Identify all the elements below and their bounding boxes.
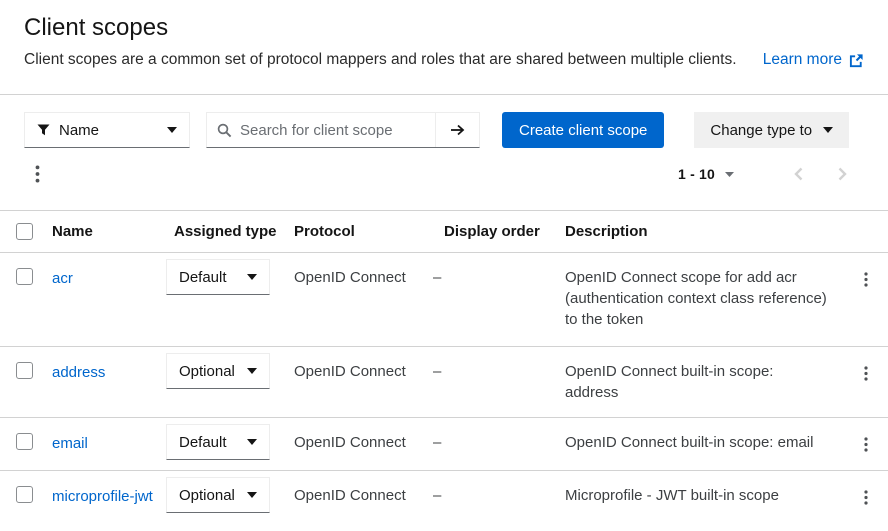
search-submit-button[interactable] xyxy=(435,113,479,147)
description-value: OpenID Connect built-in scope: email xyxy=(565,418,844,467)
learn-more-label: Learn more xyxy=(763,51,842,69)
assigned-type-value: Optional xyxy=(179,487,235,504)
description-value: OpenID Connect built-in scope: address xyxy=(565,347,844,417)
chevron-left-icon xyxy=(794,167,803,181)
assigned-type-select[interactable]: Optional xyxy=(166,477,270,513)
table-row: microprofile-jwt Optional OpenID Connect… xyxy=(0,471,888,531)
column-header-assigned-type: Assigned type xyxy=(166,223,294,240)
assigned-type-value: Optional xyxy=(179,363,235,380)
client-scopes-table: Name Assigned type Protocol Display orde… xyxy=(0,210,888,531)
protocol-value: OpenID Connect xyxy=(294,253,433,286)
table-header-row: Name Assigned type Protocol Display orde… xyxy=(0,211,888,253)
arrow-right-icon xyxy=(450,123,465,137)
page-header: Client scopes Client scopes are a common… xyxy=(0,0,888,69)
search-box xyxy=(207,113,435,147)
kebab-icon xyxy=(864,272,868,287)
caret-down-icon xyxy=(167,127,177,133)
assigned-type-select[interactable]: Default xyxy=(166,424,270,460)
header-divider xyxy=(0,94,888,95)
kebab-icon xyxy=(35,165,40,183)
caret-down-icon xyxy=(247,274,257,280)
row-kebab-menu-button[interactable] xyxy=(853,355,879,391)
learn-more-link[interactable]: Learn more xyxy=(763,51,864,69)
caret-down-icon xyxy=(247,368,257,374)
row-checkbox[interactable] xyxy=(16,433,33,450)
change-type-dropdown[interactable]: Change type to xyxy=(694,112,849,148)
protocol-value: OpenID Connect xyxy=(294,347,433,380)
chevron-right-icon xyxy=(838,167,847,181)
assigned-type-select[interactable]: Optional xyxy=(166,353,270,389)
table-row: address Optional OpenID Connect – OpenID… xyxy=(0,347,888,418)
assigned-type-value: Default xyxy=(179,269,227,286)
column-header-protocol: Protocol xyxy=(294,223,433,240)
column-header-description: Description xyxy=(565,223,844,240)
table-kebab-menu-button[interactable] xyxy=(24,156,50,192)
kebab-icon xyxy=(864,490,868,505)
display-order-value: – xyxy=(433,253,565,286)
row-kebab-menu-button[interactable] xyxy=(853,479,879,515)
pagination: 1 - 10 xyxy=(670,156,864,192)
sub-toolbar: 1 - 10 xyxy=(24,156,864,192)
assigned-type-select[interactable]: Default xyxy=(166,259,270,295)
search-input[interactable] xyxy=(240,122,425,139)
assigned-type-value: Default xyxy=(179,434,227,451)
protocol-value: OpenID Connect xyxy=(294,471,433,504)
kebab-icon xyxy=(864,437,868,452)
next-page-button[interactable] xyxy=(820,156,864,192)
row-checkbox[interactable] xyxy=(16,268,33,285)
client-scope-link[interactable]: address xyxy=(52,364,105,381)
table-row: email Default OpenID Connect – OpenID Co… xyxy=(0,418,888,471)
change-type-label: Change type to xyxy=(710,122,812,139)
column-header-display-order: Display order xyxy=(433,223,565,240)
filter-icon xyxy=(37,124,50,136)
kebab-icon xyxy=(864,366,868,381)
row-kebab-menu-button[interactable] xyxy=(853,261,879,297)
toolbar: Name Create client scope Change type to xyxy=(24,112,864,148)
description-value: Microprofile - JWT built-in scope xyxy=(565,471,844,520)
display-order-value: – xyxy=(433,347,565,380)
display-order-value: – xyxy=(433,471,565,504)
search-icon xyxy=(217,123,232,138)
select-all-checkbox[interactable] xyxy=(16,223,33,240)
caret-down-icon xyxy=(823,127,833,133)
previous-page-button[interactable] xyxy=(776,156,820,192)
external-link-icon xyxy=(849,53,864,68)
caret-down-icon xyxy=(247,492,257,498)
client-scope-link[interactable]: acr xyxy=(52,270,73,287)
filter-type-dropdown[interactable]: Name xyxy=(24,112,190,148)
filter-type-label: Name xyxy=(59,122,99,139)
caret-down-icon xyxy=(247,439,257,445)
protocol-value: OpenID Connect xyxy=(294,418,433,451)
search-group xyxy=(206,112,480,148)
caret-down-icon xyxy=(725,172,734,177)
pagination-range-dropdown[interactable]: 1 - 10 xyxy=(670,166,742,182)
pagination-range: 1 - 10 xyxy=(678,166,715,182)
page-title: Client scopes xyxy=(24,14,864,42)
table-row: acr Default OpenID Connect – OpenID Conn… xyxy=(0,253,888,347)
create-client-scope-button[interactable]: Create client scope xyxy=(502,112,664,148)
client-scope-link[interactable]: email xyxy=(52,435,88,452)
display-order-value: – xyxy=(433,418,565,451)
row-checkbox[interactable] xyxy=(16,486,33,503)
page-subtitle: Client scopes are a common set of protoc… xyxy=(24,51,737,69)
row-kebab-menu-button[interactable] xyxy=(853,426,879,462)
column-header-name: Name xyxy=(52,223,166,240)
description-value: OpenID Connect scope for add acr (authen… xyxy=(565,253,844,344)
row-checkbox[interactable] xyxy=(16,362,33,379)
